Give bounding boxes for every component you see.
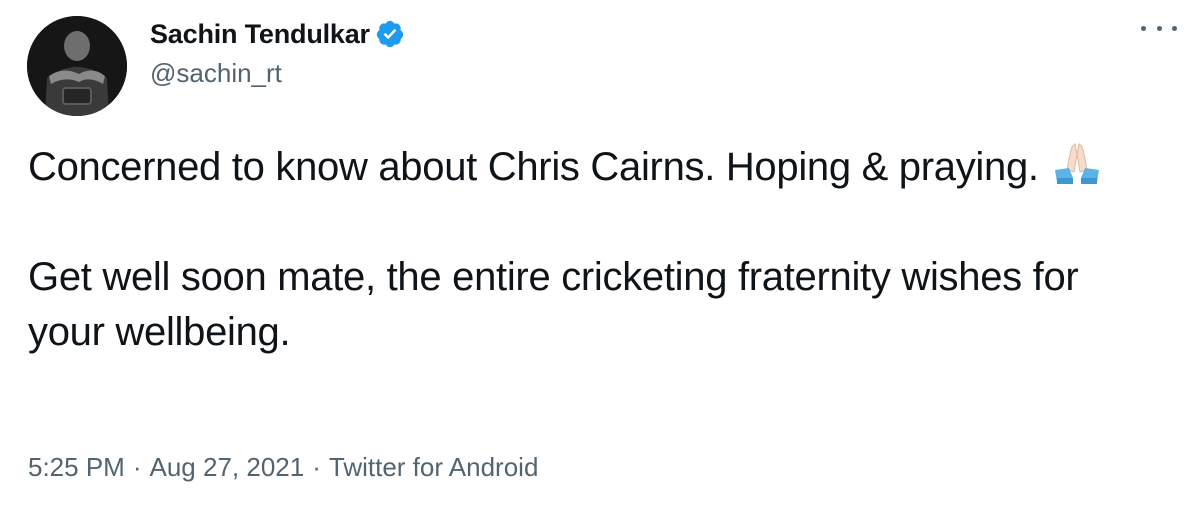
tweet-date-link[interactable]: Aug 27, 2021 bbox=[150, 452, 305, 482]
tweet-meta: 5:25 PM · Aug 27, 2021 · Twitter for Android bbox=[28, 452, 538, 483]
author-display-name[interactable]: Sachin Tendulkar bbox=[150, 19, 370, 50]
tweet-source-link[interactable]: Twitter for Android bbox=[329, 452, 539, 482]
avatar-photo-icon bbox=[27, 16, 127, 116]
tweet-paragraph-2: Get well soon mate, the entire cricketin… bbox=[28, 255, 1079, 354]
verified-badge-icon bbox=[376, 20, 403, 48]
meta-separator: · bbox=[312, 452, 321, 482]
tweet-card: Sachin Tendulkar @sachin_rt Concerned to… bbox=[0, 0, 1200, 526]
tweet-paragraph-1-text: Concerned to know about Chris Cairns. Ho… bbox=[28, 145, 1039, 189]
more-options-button[interactable] bbox=[1141, 18, 1177, 38]
author-handle[interactable]: @sachin_rt bbox=[150, 58, 282, 89]
meta-separator: · bbox=[132, 452, 142, 482]
folded-hands-emoji bbox=[1054, 143, 1099, 184]
more-horizontal-icon bbox=[1141, 25, 1146, 31]
tweet-time-link[interactable]: 5:25 PM bbox=[28, 452, 125, 482]
author-name-row[interactable]: Sachin Tendulkar bbox=[150, 16, 405, 52]
avatar[interactable] bbox=[27, 16, 127, 116]
tweet-text: Concerned to know about Chris Cairns. Ho… bbox=[28, 140, 1158, 360]
tweet-paragraph-1: Concerned to know about Chris Cairns. Ho… bbox=[28, 140, 1158, 195]
